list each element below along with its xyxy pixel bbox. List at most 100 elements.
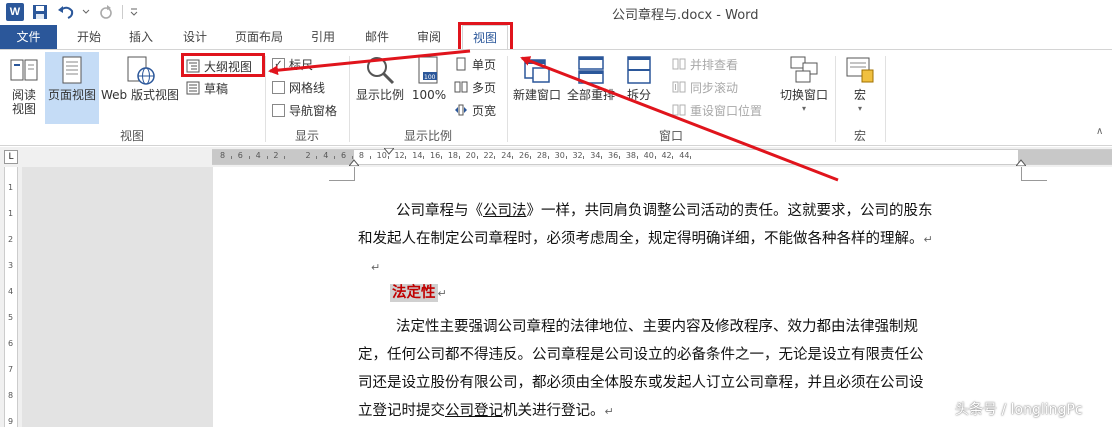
outline-highlight-box [181, 53, 265, 77]
tab-selector[interactable]: L [4, 150, 18, 164]
vruler-tick-label: 2 [8, 235, 14, 244]
paragraph-2-line-1[interactable]: 法定性主要强调公司章程的法律地位、主要内容及修改程序、效力都由法律强制规 [396, 315, 918, 336]
ruler-tick-label: 6 [237, 151, 243, 160]
ruler-tick [230, 156, 232, 159]
customize-qat-icon[interactable] [129, 3, 139, 21]
tab-design[interactable]: 设计 [174, 25, 216, 49]
ruler-checkbox[interactable]: ✓ 标尺 [272, 54, 313, 74]
group-label-window: 窗口 [658, 129, 683, 143]
sync-scroll-button[interactable]: 同步滚动 [672, 77, 738, 97]
tab-file[interactable]: 文件 [0, 25, 57, 49]
horizontal-ruler[interactable]: 8 6 4 2 2 4 6 8 10 12 14 16 18 20 22 24 26 28 30 32 34 36 38 40… [212, 148, 1112, 166]
new-window-label: 新建窗口 [512, 88, 561, 102]
draft-icon [186, 81, 200, 95]
ruler-tick-label: 28 [536, 151, 548, 160]
redo-icon[interactable] [96, 3, 116, 21]
reset-window-position-button[interactable]: 重设窗口位置 [672, 100, 762, 120]
zoom-label: 显示比例 [355, 88, 404, 102]
macros-dropdown-icon: ▾ [857, 104, 862, 113]
empty-paragraph[interactable]: ↵ [371, 259, 380, 275]
ruler-tick-label: 26 [519, 151, 530, 160]
right-indent-marker-icon[interactable] [1016, 158, 1026, 166]
document-page[interactable]: 公司章程与《公司法》一样，共同肩负调整公司活动的责任。这就要求，公司的股东 和发… [213, 167, 1112, 427]
qat-separator [122, 5, 123, 19]
one-page-icon [456, 57, 466, 71]
read-mode-label-2: 视图 [11, 102, 36, 116]
gridlines-checkbox[interactable]: 网格线 [272, 77, 325, 97]
ruler-tick-label: 44 [679, 151, 690, 160]
macro-icon [846, 57, 874, 83]
save-icon[interactable] [30, 3, 50, 21]
paragraph-1-line-2[interactable]: 和发起人在制定公司章程时，必须考虑周全，规定得明确详细，不能做各种各样的理解。↵ [358, 227, 933, 248]
ruler-tick-label: 36 [608, 151, 619, 160]
zoom-100-button[interactable]: 100 100% [410, 54, 448, 102]
undo-dropdown-icon[interactable] [82, 3, 90, 21]
page-margin-corner-right [1021, 167, 1047, 181]
ruler-tick-label: 2 [305, 151, 311, 160]
nav-pane-checkbox[interactable]: 导航窗格 [272, 100, 337, 120]
para1-line2-text: 和发起人在制定公司章程时，必须考虑周全，规定得明确详细，不能做各种各样的理解。 [358, 231, 924, 247]
arrange-all-button[interactable]: 全部重排 [564, 54, 618, 102]
new-window-button[interactable]: 新建窗口 [512, 54, 562, 102]
page-width-icon [455, 104, 467, 116]
ruler-tick-label: 30 [554, 151, 565, 160]
ruler-tick-label: 10 [376, 151, 387, 160]
macros-button[interactable]: 宏 ▾ [842, 54, 878, 116]
vruler-tick-label: 1 [8, 209, 14, 218]
tab-review[interactable]: 审阅 [408, 25, 450, 49]
print-layout-button[interactable]: 页面视图 [45, 52, 99, 124]
one-page-label: 单页 [472, 57, 497, 72]
word-app-icon[interactable]: W [6, 3, 24, 21]
paragraph-1-line-1[interactable]: 公司章程与《公司法》一样，共同肩负调整公司活动的责任。这就要求，公司的股东 [396, 199, 933, 220]
switch-windows-button[interactable]: 切换窗口 ▾ [778, 54, 830, 116]
gridlines-label: 网格线 [289, 80, 326, 95]
split-button[interactable]: 拆分 [620, 54, 658, 102]
zoom-button[interactable]: 显示比例 [354, 54, 406, 102]
ruler-tick [618, 156, 620, 159]
tab-page-layout[interactable]: 页面布局 [226, 25, 292, 49]
ruler-tick [248, 156, 250, 159]
side-by-side-button[interactable]: 并排查看 [672, 54, 738, 74]
collapse-ribbon-icon[interactable]: ∧ [1096, 126, 1103, 137]
reset-window-position-label: 重设窗口位置 [690, 103, 763, 118]
tab-references[interactable]: 引用 [302, 25, 344, 49]
vruler-tick-label: 4 [8, 287, 14, 296]
group-label-zoom: 显示比例 [403, 129, 452, 143]
zoom-100-icon: 100 [418, 56, 438, 84]
draft-button[interactable]: 草稿 [186, 78, 228, 98]
ruler-tick-label: 2 [273, 151, 279, 160]
paragraph-mark-icon: ↵ [923, 233, 933, 246]
web-layout-icon [127, 56, 155, 85]
heading-legality[interactable]: 法定性 ↵ [390, 281, 447, 302]
zoom-100-label: 100% [411, 88, 447, 102]
switch-windows-icon [790, 56, 818, 83]
tab-home[interactable]: 开始 [68, 25, 110, 49]
one-page-button[interactable]: 单页 [454, 54, 496, 74]
horizontal-ruler-area: L 8 6 4 2 2 4 6 8 10 12 14 16 18 20 22 24 26 28 30 32 34 36 38… [0, 147, 1112, 167]
ruler-tick [494, 156, 496, 159]
tab-insert[interactable]: 插入 [120, 25, 162, 49]
vruler-tick-label: 1 [8, 183, 14, 192]
ruler-left-margin [212, 150, 354, 164]
vruler-tick-label: 7 [8, 365, 14, 374]
nav-pane-label: 导航窗格 [289, 103, 338, 118]
read-mode-label-1: 阅读 [11, 88, 36, 102]
page-width-button[interactable]: 页宽 [454, 100, 496, 120]
side-by-side-icon [672, 58, 686, 70]
web-layout-button[interactable]: Web 版式视图 [100, 54, 180, 102]
company-registration-link: 公司登记 [445, 403, 503, 419]
paragraph-2-line-4[interactable]: 立登记时提交公司登记机关进行登记。↵ [358, 399, 614, 420]
tab-mailings[interactable]: 邮件 [356, 25, 398, 49]
undo-icon[interactable] [56, 3, 76, 21]
document-area[interactable]: 公司章程与《公司法》一样，共同肩负调整公司活动的责任。这就要求，公司的股东 和发… [22, 167, 1112, 427]
paragraph-2-line-2[interactable]: 定，任何公司都不得违反。公司章程是公司设立的必备条件之一，无论是设立有限责任公 [358, 343, 924, 364]
macros-label: 宏 [853, 88, 866, 102]
ruler-tick [423, 156, 425, 159]
vertical-ruler[interactable]: 1 1 2 3 4 5 6 7 8 9 [4, 167, 18, 427]
hanging-indent-marker-icon[interactable] [349, 158, 359, 166]
paragraph-2-line-3[interactable]: 司还是设立股份有限公司，都必须由全体股东或发起人订立公司章程，并且必须在公司设 [358, 371, 924, 392]
quick-access-toolbar: W [6, 3, 139, 21]
read-mode-button[interactable]: 阅读 视图 [4, 54, 44, 116]
multi-page-button[interactable]: 多页 [454, 77, 496, 97]
nav-pane-check-icon [272, 103, 285, 117]
